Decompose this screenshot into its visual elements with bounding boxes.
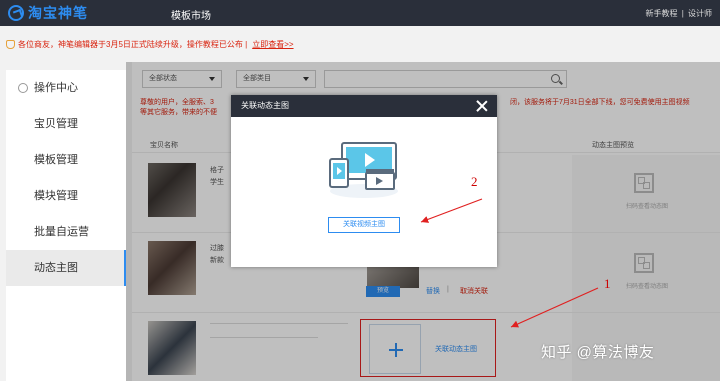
dialog-body: 关联视频主图: [231, 117, 497, 267]
sidebar-item-label: 模块管理: [34, 190, 78, 202]
top-link-separator: |: [681, 9, 684, 18]
designer-link[interactable]: 设计师: [688, 9, 712, 18]
notice-link[interactable]: 立即查看>>: [252, 39, 293, 50]
link-video-image-button[interactable]: 关联视频主图: [328, 217, 400, 233]
logo[interactable]: 淘宝神笔: [8, 4, 88, 22]
nav-template-market[interactable]: 模板市场: [171, 7, 211, 22]
notice-bar: 各位商友，神笔编辑器于3月5日正式陆续升级，操作教程已公布 | 立即查看>>: [0, 35, 720, 53]
sidebar-item-item-management[interactable]: 宝贝管理: [6, 106, 126, 142]
sidebar-item-label: 模板管理: [34, 154, 78, 166]
top-links: 新手教程 | 设计师: [643, 8, 712, 19]
logo-icon: [8, 5, 24, 21]
sidebar-item-label: 动态主图: [34, 262, 78, 274]
logo-text: 淘宝神笔: [28, 5, 88, 21]
sidebar: 操作中心 宝贝管理 模板管理 模块管理 批量自运营 动态主图: [6, 70, 126, 381]
tutorial-link[interactable]: 新手教程: [645, 9, 677, 18]
top-bar: 淘宝神笔 模板市场 新手教程 | 设计师: [0, 0, 720, 26]
link-dynamic-image-dialog: 关联动态主图 关联视频主图: [231, 95, 497, 267]
clock-icon: [18, 83, 28, 93]
dialog-title: 关联动态主图: [241, 101, 289, 110]
sidebar-item-label: 宝贝管理: [34, 118, 78, 130]
sidebar-item-label: 操作中心: [34, 82, 78, 94]
sidebar-item-template-management[interactable]: 模板管理: [6, 142, 126, 178]
sidebar-item-label: 批量自运营: [34, 226, 89, 238]
notice-icon: [6, 39, 15, 49]
close-icon[interactable]: [475, 99, 489, 113]
watermark: 知乎 @算法博友: [541, 344, 655, 361]
notice-text: 各位商友，神笔编辑器于3月5日正式陆续升级，操作教程已公布 |: [18, 39, 248, 49]
sidebar-item-module-management[interactable]: 模块管理: [6, 178, 126, 214]
sidebar-item-dynamic-main-image[interactable]: 动态主图: [6, 250, 126, 286]
annotation-number-2: 2: [471, 174, 478, 189]
sidebar-item-operation-center[interactable]: 操作中心: [6, 70, 126, 106]
video-devices-illustration: [329, 142, 398, 198]
sidebar-item-batch-operation[interactable]: 批量自运营: [6, 214, 126, 250]
annotation-number-1: 1: [604, 276, 611, 291]
dialog-header: 关联动态主图: [231, 95, 497, 117]
